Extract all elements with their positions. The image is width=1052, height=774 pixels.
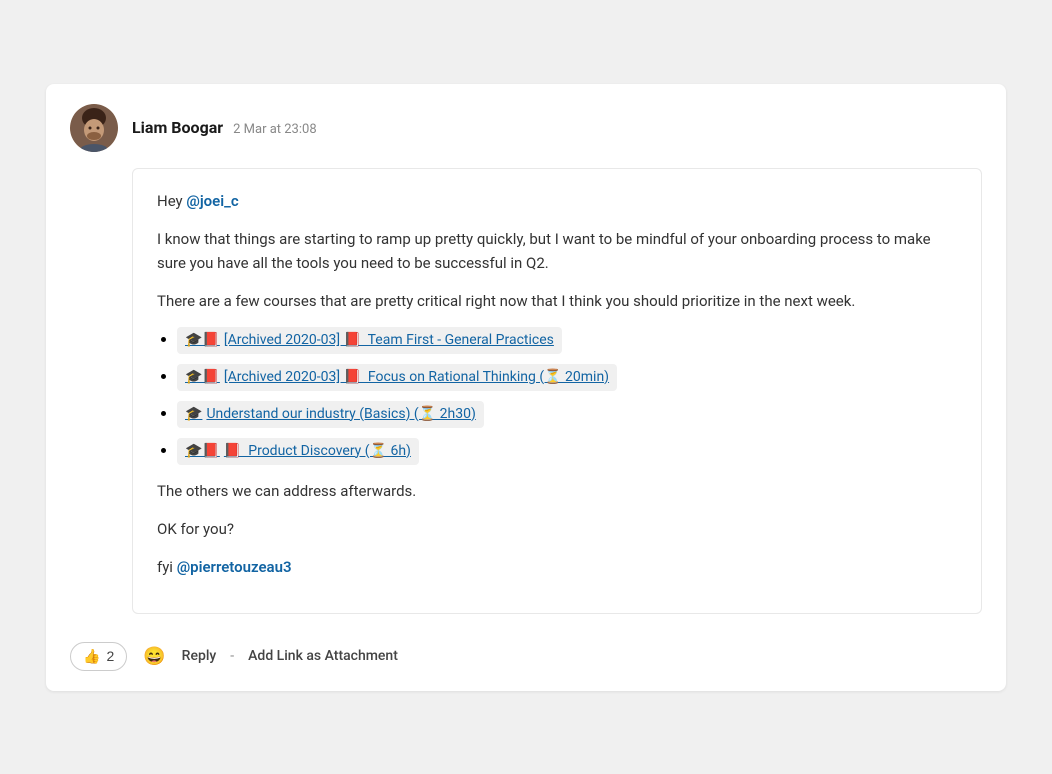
list-item: 🎓📕 [Archived 2020-03] 📕 Team First - Gen… [177, 327, 957, 354]
mention-joei[interactable]: @joei_c [186, 192, 238, 210]
course-link-3[interactable]: 🎓 Understand our industry (Basics) (⏳ 2h… [177, 401, 484, 428]
fyi-label: fyi [157, 558, 177, 576]
thumbs-up-icon: 👍 [83, 648, 100, 665]
course-icon-2: 🎓📕 [185, 367, 220, 388]
body-paragraph-2: There are a few courses that are pretty … [157, 289, 957, 313]
body-paragraph-4: OK for you? [157, 517, 957, 541]
greeting-paragraph: Hey @joei_c [157, 189, 957, 213]
course-link-1-text: [Archived 2020-03] 📕 Team First - Genera… [224, 330, 554, 351]
add-link-attachment-link[interactable]: Add Link as Attachment [248, 648, 398, 664]
thumbs-up-count: 2 [106, 648, 114, 664]
course-link-4-text: 📕 Product Discovery (⏳ 6h) [224, 441, 411, 462]
course-icon-4: 🎓📕 [185, 441, 220, 462]
avatar [70, 104, 118, 152]
author-name: Liam Boogar [132, 118, 223, 137]
message-card: Liam Boogar 2 Mar at 23:08 Hey @joei_c I… [46, 84, 1006, 691]
message-header: Liam Boogar 2 Mar at 23:08 [70, 104, 982, 152]
course-link-2[interactable]: 🎓📕 [Archived 2020-03] 📕 Focus on Rationa… [177, 364, 617, 391]
list-item: 🎓 Understand our industry (Basics) (⏳ 2h… [177, 401, 957, 428]
header-info: Liam Boogar 2 Mar at 23:08 [132, 118, 317, 137]
reply-link[interactable]: Reply [182, 648, 217, 664]
add-reaction-button[interactable]: 😄 [139, 644, 169, 669]
course-icon-1: 🎓📕 [185, 330, 220, 351]
message-timestamp: 2 Mar at 23:08 [233, 122, 317, 137]
course-link-1[interactable]: 🎓📕 [Archived 2020-03] 📕 Team First - Gen… [177, 327, 562, 354]
emoji-reaction-icon: 😄 [143, 646, 165, 666]
course-link-2-text: [Archived 2020-03] 📕 Focus on Rational T… [224, 367, 609, 388]
greeting-text: Hey [157, 192, 186, 210]
list-item: 🎓📕 [Archived 2020-03] 📕 Focus on Rationa… [177, 364, 957, 391]
mention-pierre[interactable]: @pierretouzeau3 [177, 558, 292, 576]
body-paragraph-1: I know that things are starting to ramp … [157, 227, 957, 275]
course-link-4[interactable]: 🎓📕 📕 Product Discovery (⏳ 6h) [177, 438, 419, 465]
body-paragraph-3: The others we can address afterwards. [157, 479, 957, 503]
actions-row: 👍 2 😄 Reply - Add Link as Attachment [70, 630, 982, 671]
thumbs-up-reaction-button[interactable]: 👍 2 [70, 642, 127, 671]
list-item: 🎓📕 📕 Product Discovery (⏳ 6h) [177, 438, 957, 465]
action-separator: - [230, 648, 234, 664]
message-body: Hey @joei_c I know that things are start… [132, 168, 982, 614]
course-icon-3: 🎓 [185, 404, 202, 425]
course-link-3-text: Understand our industry (Basics) (⏳ 2h30… [206, 404, 475, 425]
fyi-paragraph: fyi @pierretouzeau3 [157, 555, 957, 579]
course-list: 🎓📕 [Archived 2020-03] 📕 Team First - Gen… [177, 327, 957, 465]
